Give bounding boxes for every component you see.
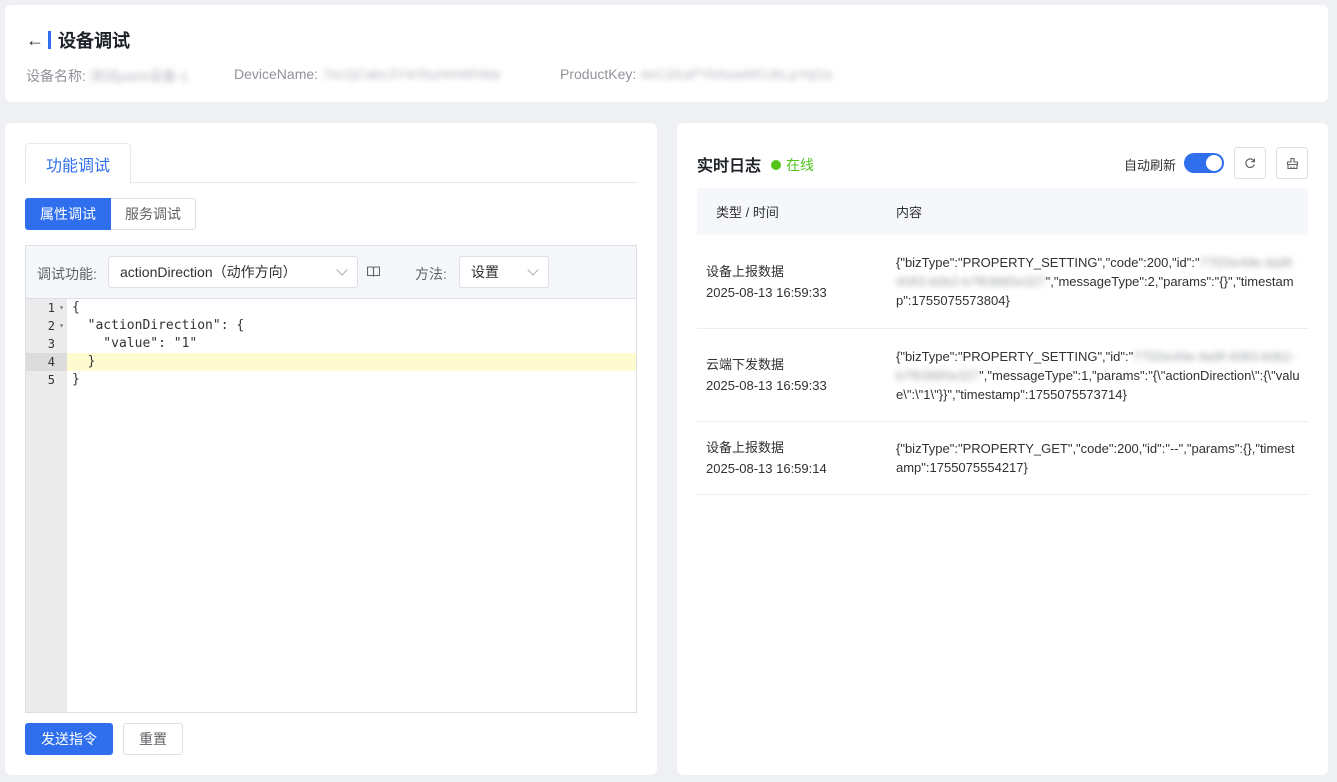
line-number: 3 bbox=[47, 337, 55, 351]
code-line: { bbox=[72, 300, 80, 315]
book-icon[interactable] bbox=[367, 266, 380, 277]
function-label: 调试功能: bbox=[37, 266, 97, 282]
chevron-down-icon bbox=[336, 264, 348, 276]
segment-service-debug[interactable]: 服务调试 bbox=[111, 198, 196, 230]
log-type-cell: 设备上报数据 2025-08-13 16:59:14 bbox=[697, 422, 896, 494]
title-accent-bar bbox=[48, 31, 51, 49]
code-line: } bbox=[72, 372, 80, 387]
refresh-icon bbox=[1245, 158, 1255, 169]
function-select[interactable]: actionDirection（动作方向） bbox=[108, 256, 358, 288]
log-time: 2025-08-13 16:59:33 bbox=[706, 378, 827, 393]
column-header-type: 类型 / 时间 bbox=[716, 205, 779, 220]
log-type-cell: 云端下发数据 2025-08-13 16:59:33 bbox=[697, 329, 896, 421]
debug-toolbar: 调试功能: actionDirection（动作方向） 方法: 设置 bbox=[26, 246, 636, 299]
status-text: 在线 bbox=[786, 157, 814, 173]
table-row: 云端下发数据 2025-08-13 16:59:33 {"bizType":"P… bbox=[697, 329, 1308, 422]
chevron-down-icon bbox=[527, 264, 539, 276]
meta-device-name: 设备名称: 测试paris设备-1 bbox=[26, 66, 189, 86]
log-type: 云端下发数据 bbox=[706, 357, 785, 372]
log-content: {"bizType":"PROPERTY_SETTING","code":200… bbox=[896, 255, 1295, 308]
column-header-content: 内容 bbox=[896, 205, 923, 220]
log-content-cell: {"bizType":"PROPERTY_SETTING","code":200… bbox=[896, 235, 1301, 328]
meta-value: 7ec2jCabc3Y4r5tuHmWhWa bbox=[322, 66, 501, 82]
log-time: 2025-08-13 16:59:33 bbox=[706, 284, 827, 300]
line-number: 4 bbox=[26, 353, 67, 371]
line-number: 5 bbox=[47, 373, 55, 387]
log-content: {"bizType":"PROPERTY_GET","code":200,"id… bbox=[896, 441, 1295, 475]
meta-value: 4eCdXaPYbNuwMOJkLpYqGa bbox=[640, 66, 832, 82]
status-dot-icon bbox=[771, 160, 781, 170]
function-debug-card: 功能调试 属性调试 服务调试 调试功能: actionDirection（动作方… bbox=[5, 123, 657, 775]
eraser-icon bbox=[1286, 157, 1298, 169]
page-title: 设备调试 bbox=[58, 31, 130, 51]
log-content-cell: {"bizType":"PROPERTY_GET","code":200,"id… bbox=[896, 422, 1301, 494]
method-select[interactable]: 设置 bbox=[459, 256, 549, 288]
log-title: 实时日志 bbox=[697, 158, 762, 175]
realtime-log-card: 实时日志 在线 自动刷新 类型 / 时间 内容 设备上报数据 2025-08-1… bbox=[677, 123, 1328, 775]
reset-button[interactable]: 重置 bbox=[123, 723, 183, 755]
table-row: 设备上报数据 2025-08-13 16:59:14 {"bizType":"P… bbox=[697, 422, 1308, 495]
table-row: 设备上报数据 2025-08-13 16:59:33 {"bizType":"P… bbox=[697, 235, 1308, 329]
editor-gutter: 1 ▾ 2 ▾ 3 4 5 bbox=[26, 299, 67, 712]
code-line: "actionDirection": { bbox=[72, 318, 245, 333]
debug-mode-segment: 属性调试 服务调试 bbox=[25, 198, 196, 230]
auto-refresh-label: 自动刷新 bbox=[1124, 158, 1177, 173]
device-header-card: ← 设备调试 设备名称: 测试paris设备-1 DeviceName: 7ec… bbox=[5, 5, 1328, 102]
table-header: 类型 / 时间 内容 bbox=[697, 188, 1308, 235]
meta-productkey: ProductKey: 4eCdXaPYbNuwMOJkLpYqGa bbox=[560, 66, 832, 82]
back-arrow-icon[interactable]: ← bbox=[26, 30, 44, 50]
debug-panel: 调试功能: actionDirection（动作方向） 方法: 设置 1 ▾ 2 ▾… bbox=[25, 245, 637, 713]
method-label: 方法: bbox=[415, 266, 447, 282]
log-type: 设备上报数据 bbox=[706, 263, 785, 279]
log-content-cell: {"bizType":"PROPERTY_SETTING","id":"77f2… bbox=[896, 329, 1301, 421]
meta-label: 设备名称: bbox=[26, 68, 86, 84]
log-time: 2025-08-13 16:59:14 bbox=[706, 461, 827, 476]
title-row: ← 设备调试 bbox=[26, 29, 130, 51]
meta-label: DeviceName: bbox=[234, 66, 319, 82]
json-editor[interactable]: 1 ▾ 2 ▾ 3 4 5 { "actionDirection": { "valu… bbox=[26, 299, 636, 712]
log-type: 设备上报数据 bbox=[706, 440, 785, 455]
function-select-value: actionDirection（动作方向） bbox=[120, 264, 297, 280]
method-select-value: 设置 bbox=[471, 264, 499, 280]
tab-function-debug[interactable]: 功能调试 bbox=[25, 143, 131, 184]
tabs: 功能调试 bbox=[25, 143, 637, 184]
line-number: 2 ▾ bbox=[47, 319, 64, 333]
log-table: 类型 / 时间 内容 设备上报数据 2025-08-13 16:59:33 {"… bbox=[697, 188, 1308, 495]
send-command-button[interactable]: 发送指令 bbox=[25, 723, 113, 755]
code-line-active: } bbox=[67, 353, 636, 371]
toggle-knob bbox=[1206, 155, 1222, 171]
meta-label: ProductKey: bbox=[560, 66, 637, 82]
editor-code-area[interactable]: { "actionDirection": { "value": "1" } } bbox=[67, 299, 636, 712]
code-line: "value": "1" bbox=[72, 336, 198, 351]
online-status: 在线 bbox=[771, 155, 814, 175]
log-content: {"bizType":"PROPERTY_SETTING","id":"77f2… bbox=[896, 348, 1300, 402]
segment-property-debug[interactable]: 属性调试 bbox=[25, 198, 111, 230]
meta-devicename: DeviceName: 7ec2jCabc3Y4r5tuHmWhWa bbox=[234, 66, 500, 82]
line-number: 1 ▾ bbox=[47, 301, 64, 315]
meta-value: 测试paris设备-1 bbox=[89, 68, 189, 84]
log-type-cell: 设备上报数据 2025-08-13 16:59:33 bbox=[697, 235, 896, 328]
auto-refresh-toggle[interactable] bbox=[1184, 153, 1224, 173]
clear-log-button[interactable] bbox=[1276, 147, 1308, 179]
refresh-button[interactable] bbox=[1234, 147, 1266, 179]
